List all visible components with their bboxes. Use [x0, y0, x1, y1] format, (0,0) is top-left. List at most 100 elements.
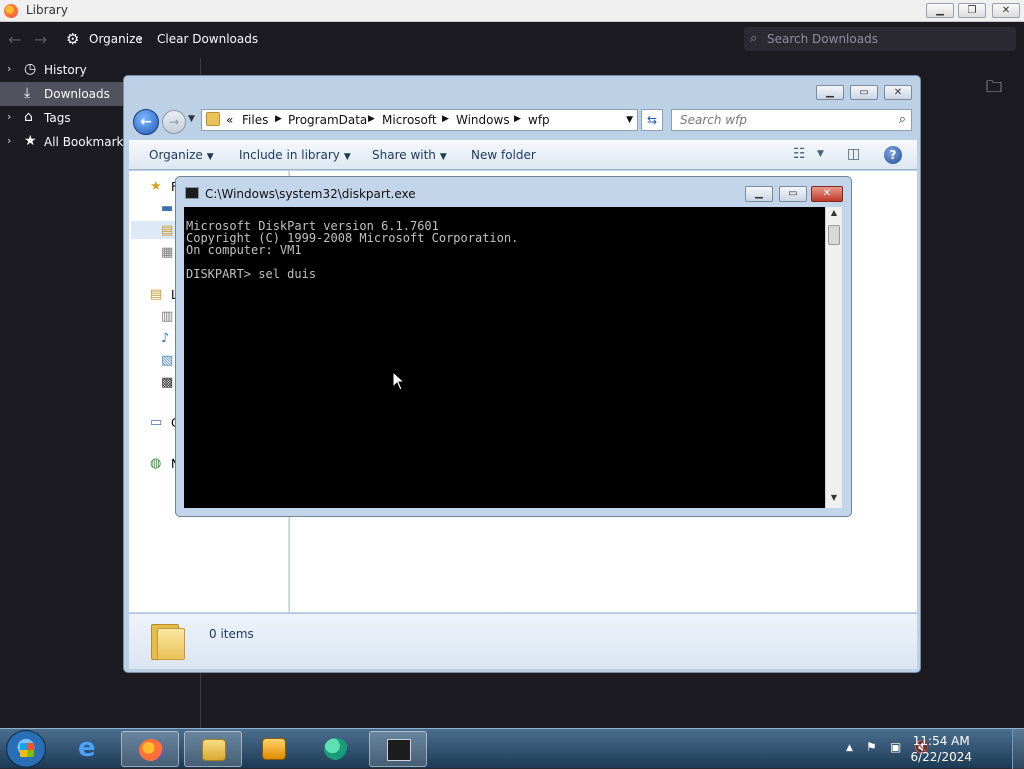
explorer-minimize-button[interactable]: ▁: [816, 85, 844, 100]
scroll-thumb[interactable]: [828, 225, 840, 245]
search-icon: ⌕: [898, 112, 906, 127]
tag-icon: ⌂: [24, 109, 33, 125]
recent-pages-dropdown-icon[interactable]: ▼: [188, 114, 195, 124]
details-pane: 0 items: [129, 613, 917, 669]
breadcrumb-wfp[interactable]: wfp: [528, 113, 550, 127]
console-scrollbar[interactable]: ▲ ▼: [825, 207, 842, 508]
internet-explorer-taskbar-button[interactable]: e: [60, 731, 118, 767]
breadcrumb-arrow-icon[interactable]: ▶: [442, 114, 449, 124]
star-icon: ★: [24, 133, 37, 149]
forward-arrow-icon[interactable]: →: [34, 30, 47, 49]
breadcrumb-arrow-icon[interactable]: ▶: [275, 114, 282, 124]
windows-logo-icon: [20, 743, 34, 757]
address-overflow[interactable]: «: [226, 113, 233, 127]
pictures-icon[interactable]: ▧: [161, 353, 173, 368]
file-explorer-taskbar-button[interactable]: [184, 731, 242, 767]
back-button[interactable]: ←: [133, 109, 159, 135]
organize-dropdown-icon[interactable]: ▾: [138, 35, 142, 44]
share-with-button[interactable]: Share with ▼: [372, 148, 447, 162]
expand-twisty-icon[interactable]: ›: [7, 134, 11, 147]
network-icon[interactable]: ◍: [150, 456, 161, 471]
console-output[interactable]: Microsoft DiskPart version 6.1.7601 Copy…: [184, 207, 825, 508]
documents-icon[interactable]: ▥: [161, 309, 173, 324]
organize-button[interactable]: Organize ▼: [149, 148, 214, 162]
library-minimize-button[interactable]: ▁: [926, 3, 954, 18]
explorer-command-bar: Organize ▼ Include in library ▼ Share with…: [129, 140, 917, 170]
explorer-close-button[interactable]: ✕: [884, 85, 912, 100]
address-bar[interactable]: « Files ▶ ProgramData ▶ Microsoft ▶ Wind…: [201, 109, 638, 131]
console-prompt-line[interactable]: DISKPART> sel duis: [186, 267, 316, 281]
command-prompt-taskbar-button[interactable]: [369, 731, 427, 767]
breadcrumb-windows[interactable]: Windows: [456, 113, 510, 127]
explorer-maximize-button[interactable]: ▭: [850, 85, 878, 100]
sidebar-item-label: All Bookmarks: [44, 135, 130, 149]
edge-icon: [324, 738, 348, 760]
console-minimize-button[interactable]: ▁: [745, 186, 773, 202]
chevron-down-icon: ▼: [206, 152, 214, 162]
clock-date: 6/22/2024: [910, 750, 972, 764]
desktop-icon[interactable]: ▬: [161, 201, 173, 216]
videos-icon[interactable]: ▩: [161, 375, 173, 390]
organize-menu-button[interactable]: Organize: [89, 32, 143, 46]
view-options-dropdown-icon[interactable]: ▼: [817, 149, 824, 159]
action-center-flag-icon[interactable]: ⚑: [866, 740, 877, 754]
console-icon: [185, 187, 199, 199]
console-close-button[interactable]: ✕: [811, 186, 843, 202]
firefox-taskbar-button[interactable]: [121, 731, 179, 767]
sidebar-item-label: History: [44, 63, 87, 77]
breadcrumb-arrow-icon[interactable]: ▶: [514, 114, 521, 124]
clear-downloads-button[interactable]: Clear Downloads: [157, 32, 258, 46]
command-prompt-icon: [387, 739, 411, 761]
search-downloads-field[interactable]: ⌕ Search Downloads: [744, 27, 1016, 51]
mouse-pointer-icon: [392, 371, 406, 391]
download-icon: ⤓: [24, 85, 31, 101]
media-player-icon: [262, 738, 286, 760]
search-downloads-placeholder: Search Downloads: [767, 32, 878, 46]
item-count: 0 items: [209, 627, 254, 641]
address-history-dropdown-icon[interactable]: ▼: [626, 115, 633, 125]
media-player-taskbar-button[interactable]: [245, 731, 303, 767]
edge-taskbar-button[interactable]: [307, 731, 365, 767]
change-view-icon[interactable]: ☷: [793, 146, 806, 162]
favorites-star-icon[interactable]: ★: [150, 179, 162, 194]
expand-twisty-icon[interactable]: ›: [7, 110, 11, 123]
computer-icon[interactable]: ▭: [150, 415, 162, 430]
breadcrumb-arrow-icon[interactable]: ▶: [368, 114, 375, 124]
music-icon[interactable]: ♪: [161, 331, 169, 346]
gear-icon[interactable]: ⚙: [66, 30, 79, 48]
libraries-icon[interactable]: ▤: [150, 287, 162, 302]
folder-icon[interactable]: 🗀: [986, 76, 1002, 103]
library-title: Library: [26, 3, 68, 17]
breadcrumb-programdata[interactable]: ProgramData: [288, 113, 367, 127]
library-close-button[interactable]: ✕: [992, 3, 1020, 18]
chevron-down-icon: ▼: [343, 152, 351, 162]
expand-twisty-icon[interactable]: ›: [7, 62, 11, 75]
library-restore-button[interactable]: ❐: [958, 3, 986, 18]
breadcrumb-microsoft[interactable]: Microsoft: [382, 113, 437, 127]
downloads-folder-icon[interactable]: ▤: [161, 223, 173, 238]
preview-pane-icon[interactable]: ◫: [847, 146, 860, 162]
back-arrow-icon[interactable]: ←: [8, 30, 21, 49]
search-icon: ⌕: [750, 31, 758, 46]
refresh-button[interactable]: ⇆: [641, 109, 663, 131]
show-desktop-button[interactable]: [1012, 729, 1024, 769]
start-button[interactable]: [6, 730, 46, 768]
folder-icon: [206, 112, 220, 126]
system-clock[interactable]: 11:54 AM 6/22/2024: [910, 733, 972, 765]
folder-icon: [151, 620, 185, 660]
network-tray-icon[interactable]: ▣: [890, 740, 901, 754]
breadcrumb-files[interactable]: Files: [242, 113, 268, 127]
console-maximize-button[interactable]: ▭: [779, 186, 807, 202]
scroll-down-icon[interactable]: ▼: [826, 493, 842, 507]
forward-button[interactable]: →: [162, 110, 186, 134]
include-in-library-button[interactable]: Include in library ▼: [239, 148, 351, 162]
internet-explorer-icon: e: [78, 733, 96, 763]
recent-places-icon[interactable]: ▦: [161, 245, 173, 260]
help-icon[interactable]: ?: [884, 146, 902, 164]
clock-time: 11:54 AM: [912, 734, 970, 748]
show-hidden-icons-icon[interactable]: ▲: [846, 743, 853, 753]
scroll-up-icon[interactable]: ▲: [826, 208, 842, 222]
chevron-down-icon: ▼: [439, 152, 447, 162]
search-wfp-field[interactable]: Search wfp ⌕: [671, 109, 912, 131]
new-folder-button[interactable]: New folder: [471, 148, 536, 162]
